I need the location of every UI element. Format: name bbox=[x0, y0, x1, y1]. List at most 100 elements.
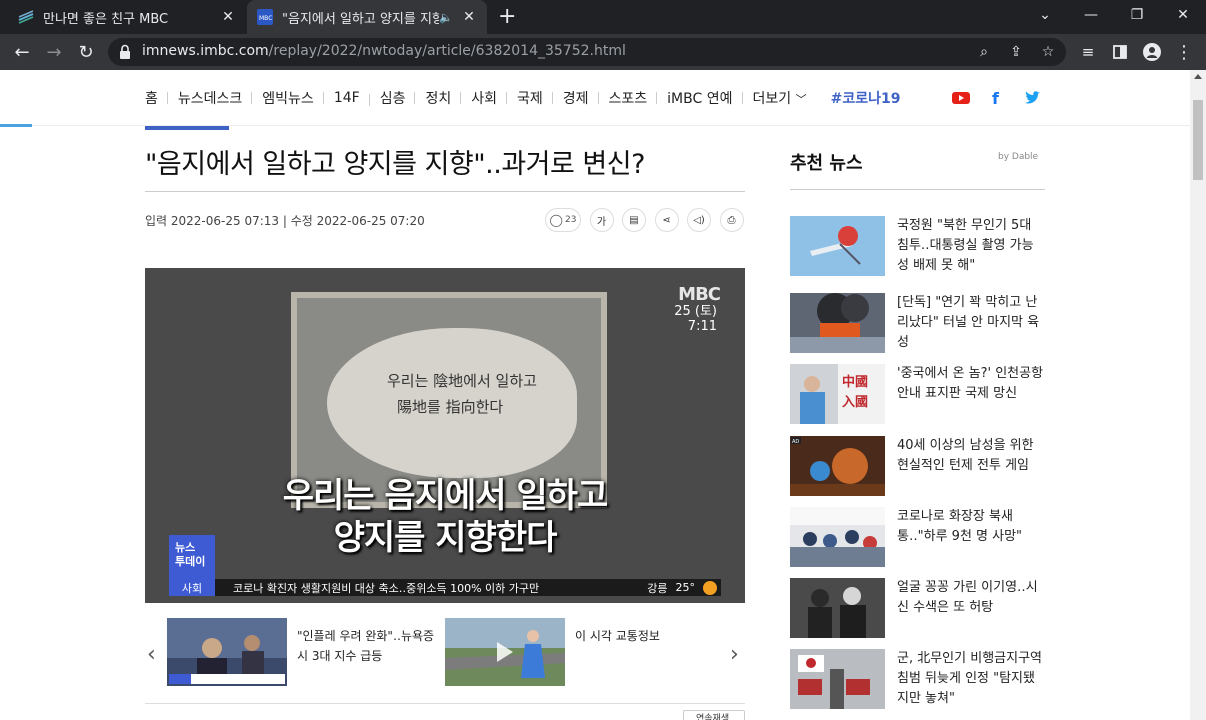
divider bbox=[145, 191, 745, 192]
audio-playing-icon[interactable]: 🔈 bbox=[439, 11, 453, 24]
recommended-news-title: 추천 뉴스 bbox=[790, 153, 863, 174]
comment-button[interactable]: ◯ 23 bbox=[545, 208, 581, 232]
facebook-icon[interactable]: f bbox=[986, 88, 1006, 108]
news-title[interactable]: [단독] "연기 꽉 막히고 난리났다" 터널 안 마지막 육성 bbox=[897, 293, 1045, 353]
restore-window-icon[interactable]: ❐ bbox=[1114, 0, 1160, 30]
page-scrollbar[interactable] bbox=[1190, 70, 1206, 720]
profile-avatar-icon[interactable] bbox=[1140, 40, 1164, 64]
address-bar[interactable]: imnews.imbc.com/replay/2022/nwtoday/arti… bbox=[108, 38, 1066, 66]
nav-item-international[interactable]: 국제 bbox=[507, 88, 553, 108]
scrollbar-thumb[interactable] bbox=[1193, 100, 1203, 180]
svg-text:中國: 中國 bbox=[842, 374, 868, 390]
ticker-section: 사회 bbox=[169, 579, 215, 596]
article-dates: 입력 2022-06-25 07:13 | 수정 2022-06-25 07:2… bbox=[145, 214, 425, 228]
reload-icon[interactable]: ↻ bbox=[74, 40, 98, 64]
share-icon[interactable]: ⇪ bbox=[1006, 42, 1026, 62]
carousel-prev-chevron-icon[interactable]: ‹ bbox=[147, 642, 156, 667]
close-tab-icon[interactable]: ✕ bbox=[220, 9, 236, 25]
recommended-news-item[interactable]: 얼굴 꽁꽁 가린 이기영‥시신 수색은 또 허탕 bbox=[790, 578, 1045, 640]
nav-item-covid19[interactable]: #코로나19 bbox=[817, 88, 911, 108]
nav-item-14f[interactable]: 14F bbox=[324, 90, 370, 106]
news-title[interactable]: '중국에서 온 놈?' 인천공항 안내 표지판 국제 망신 bbox=[897, 364, 1045, 404]
news-title[interactable]: 얼굴 꽁꽁 가린 이기영‥시신 수색은 또 허탕 bbox=[897, 578, 1045, 618]
related-video-title[interactable]: "인플레 우려 완화"‥뉴욕증시 3대 지수 급등 bbox=[297, 626, 437, 666]
back-arrow-icon[interactable]: ← bbox=[10, 40, 34, 64]
scroll-up-arrow-icon[interactable] bbox=[1194, 74, 1202, 79]
zoom-search-icon[interactable]: ⌕ bbox=[974, 42, 994, 62]
video-player[interactable]: 우리는 陰地에서 일하고 陽地를 指向한다 MBC 25 (토) 7:11 우리는 … bbox=[145, 268, 745, 603]
tab-search-chevron-icon[interactable]: ⌄ bbox=[1022, 0, 1068, 30]
broadcast-clock: 25 (토) 7:11 bbox=[674, 304, 717, 334]
font-size-button[interactable]: 가 bbox=[589, 208, 614, 232]
news-title[interactable]: 40세 이상의 남성을 위한 현실적인 턴제 전투 게임 bbox=[897, 436, 1045, 476]
news-title[interactable]: 국정원 "북한 무인기 5대 침투‥대통령실 촬영 가능성 배제 못 해" bbox=[897, 216, 1045, 276]
continuous-play-button[interactable]: 연속재생 bbox=[683, 710, 745, 720]
svg-text:入國: 入國 bbox=[842, 395, 868, 410]
news-thumbnail[interactable] bbox=[790, 578, 885, 638]
recommended-news-item[interactable]: 군, 北무인기 비행금지구역 침범 뒤늦게 인정 "탐지됐지만 놓쳐" bbox=[790, 649, 1045, 711]
nav-item-economy[interactable]: 경제 bbox=[553, 88, 599, 108]
recommended-news-item[interactable]: AD 40세 이상의 남성을 위한 현실적인 턴제 전투 게임 bbox=[790, 436, 1045, 498]
web-page: 홈 뉴스데스크 엠빅뉴스 14F 심층 정치 사회 국제 경제 스포츠 iMBC… bbox=[0, 70, 1190, 720]
divider bbox=[790, 189, 1045, 190]
recommended-news-item[interactable]: [단독] "연기 꽉 막히고 난리났다" 터널 안 마지막 육성 bbox=[790, 293, 1045, 355]
nav-item-society[interactable]: 사회 bbox=[461, 88, 507, 108]
share-icon[interactable]: ⋖ bbox=[654, 208, 679, 232]
dable-credit[interactable]: by Dable bbox=[998, 152, 1038, 162]
imnews-favicon-icon: MBC bbox=[257, 9, 273, 25]
weather-city: 강릉 bbox=[647, 581, 668, 595]
nav-item-imbc-entertainment[interactable]: iMBC 연예 bbox=[657, 88, 743, 108]
related-video-thumbnail[interactable] bbox=[445, 618, 565, 686]
lock-icon[interactable] bbox=[118, 44, 132, 60]
site-navigation: 홈 뉴스데스크 엠빅뉴스 14F 심층 정치 사회 국제 경제 스포츠 iMBC… bbox=[0, 70, 1190, 126]
news-thumbnail[interactable]: AD bbox=[790, 436, 885, 496]
nav-item-indepth[interactable]: 심층 bbox=[370, 88, 416, 108]
nav-item-home[interactable]: 홈 bbox=[145, 88, 168, 108]
browser-menu-icon[interactable]: ⋮ bbox=[1172, 40, 1196, 64]
svg-text:AD: AD bbox=[792, 439, 799, 445]
twitter-icon[interactable] bbox=[1023, 88, 1043, 108]
related-video-thumbnail[interactable] bbox=[167, 618, 287, 686]
nav-item-newsdesk[interactable]: 뉴스데스크 bbox=[168, 88, 253, 108]
new-tab-plus-icon[interactable]: + bbox=[498, 5, 516, 29]
media-control-icon[interactable]: ≡ bbox=[1076, 40, 1100, 64]
nav-item-mbig-news[interactable]: 엠빅뉴스 bbox=[252, 88, 324, 108]
related-video-title[interactable]: 이 시각 교통정보 bbox=[575, 626, 715, 646]
news-title[interactable]: 코로나로 화장장 북새통‥"하루 9천 명 사망" bbox=[897, 507, 1045, 547]
recommended-news-item[interactable]: 국정원 "북한 무인기 5대 침투‥대통령실 촬영 가능성 배제 못 해" bbox=[790, 216, 1045, 278]
news-thumbnail[interactable] bbox=[790, 293, 885, 353]
close-tab-icon[interactable]: ✕ bbox=[461, 9, 477, 25]
minimize-window-icon[interactable]: — bbox=[1068, 0, 1114, 30]
sun-icon bbox=[703, 580, 717, 595]
news-thumbnail[interactable] bbox=[790, 216, 885, 276]
reading-mode-icon[interactable]: ▤ bbox=[622, 208, 646, 232]
news-thumbnail[interactable]: 中國入國 bbox=[790, 364, 885, 424]
nav-item-sports[interactable]: 스포츠 bbox=[599, 88, 658, 108]
browser-tab-article[interactable]: MBC "음지에서 일하고 양지를 지향"..과거로 변신? 🔈 ✕ bbox=[247, 0, 487, 34]
forward-arrow-icon[interactable]: → bbox=[42, 40, 66, 64]
svg-text:f: f bbox=[992, 89, 1000, 108]
recommended-news-item[interactable]: 中國入國 '중국에서 온 놈?' 인천공항 안내 표지판 국제 망신 bbox=[790, 364, 1045, 426]
url-text[interactable]: imnews.imbc.com/replay/2022/nwtoday/arti… bbox=[142, 43, 626, 59]
scroll-progress-bar bbox=[0, 124, 32, 127]
nav-item-more[interactable]: 더보기 ﹀ bbox=[743, 88, 817, 108]
category-indicator bbox=[145, 126, 229, 130]
browser-tab-strip: 만나면 좋은 친구 MBC ✕ MBC "음지에서 일하고 양지를 지향"..과… bbox=[0, 0, 1206, 34]
recommended-news-item[interactable]: 코로나로 화장장 북새통‥"하루 9천 명 사망" bbox=[790, 507, 1045, 569]
nav-item-politics[interactable]: 정치 bbox=[415, 88, 462, 108]
ticker-text: 코로나 확진자 생활지원비 대상 축소‥중위소득 100% 이하 가구만 bbox=[233, 581, 540, 595]
print-icon[interactable]: ⎙ bbox=[719, 208, 744, 232]
listen-audio-icon[interactable]: ◁) bbox=[687, 208, 711, 232]
browser-tab-mbc-home[interactable]: 만나면 좋은 친구 MBC ✕ bbox=[8, 0, 246, 34]
carousel-next-chevron-icon[interactable]: › bbox=[730, 642, 739, 667]
news-thumbnail[interactable] bbox=[790, 507, 885, 567]
news-title[interactable]: 군, 北무인기 비행금지구역 침범 뒤늦게 인정 "탐지됐지만 놓쳐" bbox=[897, 649, 1045, 709]
mbc-favicon-icon bbox=[18, 10, 34, 24]
close-window-icon[interactable]: ✕ bbox=[1160, 0, 1206, 30]
side-panel-icon[interactable] bbox=[1108, 40, 1132, 64]
news-thumbnail[interactable] bbox=[790, 649, 885, 709]
weather-temp: 25° bbox=[675, 581, 696, 594]
article-headline: "음지에서 일하고 양지를 지향"..과거로 변신? bbox=[145, 149, 645, 180]
youtube-icon[interactable] bbox=[951, 88, 971, 108]
bookmark-star-icon[interactable]: ☆ bbox=[1038, 42, 1058, 62]
